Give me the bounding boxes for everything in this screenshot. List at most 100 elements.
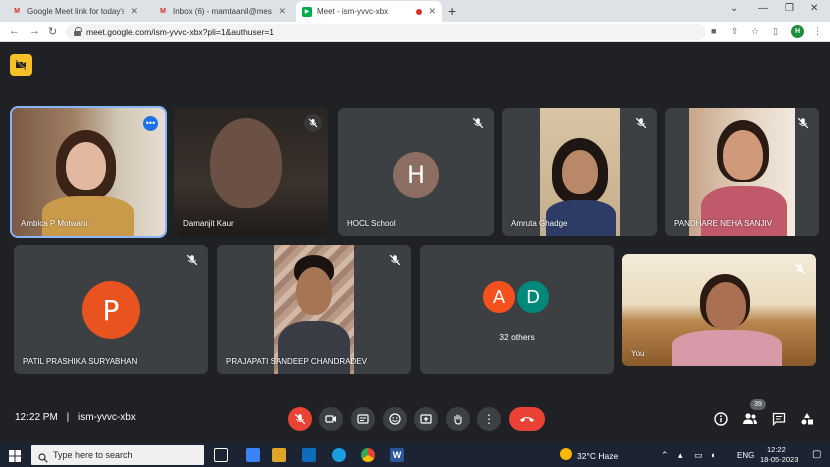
person-face: [296, 267, 332, 315]
people-icon: [743, 413, 757, 424]
weather-text[interactable]: 32°C Haze: [577, 451, 618, 461]
emoji-icon: [389, 413, 401, 425]
mic-off-icon: [472, 116, 484, 129]
person-body: [701, 186, 787, 236]
tray-up-arrow-icon[interactable]: ⌃: [661, 450, 669, 461]
side-panel-icon[interactable]: ▯: [773, 26, 778, 37]
person-face: [66, 142, 106, 190]
captions-icon: [357, 414, 369, 424]
more-options-button[interactable]: ⋮: [477, 407, 501, 431]
mic-off-icon: [797, 116, 809, 129]
gmail-icon: M: [14, 8, 20, 15]
windows-taskbar: Type here to search W 32°C Haze ⌃ ▴ ▭ ◖ …: [0, 443, 830, 467]
mic-off-icon: [186, 253, 198, 266]
person-body: [42, 196, 134, 236]
participant-tile[interactable]: Damanjit Kaur: [174, 108, 328, 236]
person-body: [672, 330, 782, 366]
camera-toggle-button[interactable]: [319, 407, 343, 431]
participant-name: You: [631, 349, 645, 358]
taskbar-date[interactable]: 18-05-2023: [760, 455, 798, 464]
participant-name: HOCL School: [347, 219, 396, 228]
chevron-down-icon[interactable]: ⌄: [730, 3, 738, 14]
menu-icon[interactable]: ⋮: [813, 26, 822, 37]
more-options-icon[interactable]: •••: [143, 116, 158, 131]
participant-tile[interactable]: PRAJAPATI SANDEEP CHANDRADEV: [217, 245, 411, 374]
battery-icon[interactable]: ▭: [694, 450, 703, 461]
participant-tile[interactable]: H HOCL School: [338, 108, 494, 236]
video-feed: [274, 245, 354, 374]
network-icon[interactable]: ▴: [678, 450, 683, 461]
others-count-label: 32 others: [499, 332, 535, 342]
chrome-browser-icon[interactable]: [361, 448, 375, 462]
self-tile[interactable]: You: [622, 254, 816, 366]
close-icon[interactable]: ✕: [428, 6, 436, 17]
new-tab-icon[interactable]: +: [448, 3, 456, 19]
meeting-time: 12:22 PM: [15, 412, 58, 423]
participant-name: Amruta Ghadge: [511, 219, 568, 228]
taskbar-search-box[interactable]: Type here to search: [31, 445, 204, 465]
activities-icon: [801, 413, 813, 425]
task-view-icon[interactable]: [214, 448, 228, 462]
tab-title: Meet - ism-yvvc-xbx: [317, 7, 389, 16]
minimize-icon[interactable]: —: [758, 3, 768, 14]
chat-icon: [772, 412, 786, 426]
video-feed: [12, 108, 165, 236]
emoji-reaction-button[interactable]: [383, 407, 407, 431]
edge-browser-icon[interactable]: [332, 448, 346, 462]
windows-start-icon[interactable]: [9, 449, 21, 467]
input-language[interactable]: ENG: [737, 451, 754, 460]
person-body: [546, 200, 616, 236]
activities-button[interactable]: [798, 410, 816, 428]
browser-tab-2[interactable]: M Inbox (6) - mamtaanil@mes.ac.in ✕: [152, 1, 292, 22]
mic-off-icon: [304, 114, 322, 132]
participant-tile[interactable]: P PATIL PRASHIKA SURYABHAN: [14, 245, 208, 374]
close-icon[interactable]: ✕: [130, 6, 138, 17]
close-icon[interactable]: ✕: [278, 6, 286, 17]
participant-name: PATIL PRASHIKA SURYABHAN: [23, 357, 138, 366]
video-feed: [622, 254, 816, 366]
leave-call-button[interactable]: [509, 407, 545, 431]
meeting-details-button[interactable]: [712, 410, 730, 428]
person-body: [278, 321, 350, 374]
restore-icon[interactable]: ❐: [785, 3, 794, 14]
notifications-icon[interactable]: ▢: [812, 449, 821, 460]
present-screen-button[interactable]: [414, 407, 438, 431]
close-window-icon[interactable]: ✕: [810, 3, 818, 14]
people-button[interactable]: [741, 410, 759, 428]
participant-name: Ambica P Motwani: [21, 219, 88, 228]
others-tile[interactable]: A D 32 others: [420, 245, 614, 374]
participant-tile[interactable]: ••• Ambica P Motwani: [10, 106, 167, 238]
more-vert-icon: ⋮: [483, 412, 495, 426]
word-icon[interactable]: W: [390, 448, 404, 462]
profile-avatar[interactable]: H: [791, 25, 804, 38]
browser-tab-strip: M Google Meet link for today's web ✕ M I…: [0, 0, 830, 22]
captions-button[interactable]: [351, 407, 375, 431]
search-placeholder: Type here to search: [53, 450, 133, 460]
omnibox[interactable]: meet.google.com/ism-yvvc-xbx?pli=1&authu…: [66, 24, 706, 40]
participant-tile[interactable]: PANDHARE NEHA SANJIV: [665, 108, 819, 236]
people-count-badge: 39: [750, 399, 766, 410]
chat-button[interactable]: [770, 410, 788, 428]
camera-icon: [325, 415, 336, 423]
widgets-icon[interactable]: [246, 448, 260, 462]
reload-icon[interactable]: ↻: [48, 25, 57, 38]
bookmark-star-icon[interactable]: ☆: [751, 26, 759, 37]
meeting-info: 12:22 PM | ism-yvvc-xbx: [15, 412, 136, 423]
recording-off-badge-icon[interactable]: [10, 54, 32, 76]
mail-icon[interactable]: [302, 448, 316, 462]
share-icon[interactable]: ⇪: [731, 26, 739, 37]
browser-tab-1[interactable]: M Google Meet link for today's web ✕: [6, 1, 144, 22]
back-icon[interactable]: ←: [9, 25, 20, 37]
mic-toggle-button[interactable]: [288, 407, 312, 431]
camera-in-use-icon[interactable]: ■: [711, 26, 716, 36]
participant-tile[interactable]: Amruta Ghadge: [502, 108, 657, 236]
file-explorer-icon[interactable]: [272, 448, 286, 462]
mic-off-icon: [794, 262, 806, 275]
taskbar-time[interactable]: 12:22: [767, 445, 786, 454]
tab-title: Inbox (6) - mamtaanil@mes.ac.in: [173, 7, 273, 16]
browser-tab-3[interactable]: ▶ Meet - ism-yvvc-xbx ✕: [296, 1, 442, 22]
raise-hand-button[interactable]: [446, 407, 470, 431]
forward-icon[interactable]: →: [29, 25, 40, 37]
volume-icon[interactable]: ◖: [710, 450, 715, 460]
participant-name: PANDHARE NEHA SANJIV: [674, 219, 773, 228]
